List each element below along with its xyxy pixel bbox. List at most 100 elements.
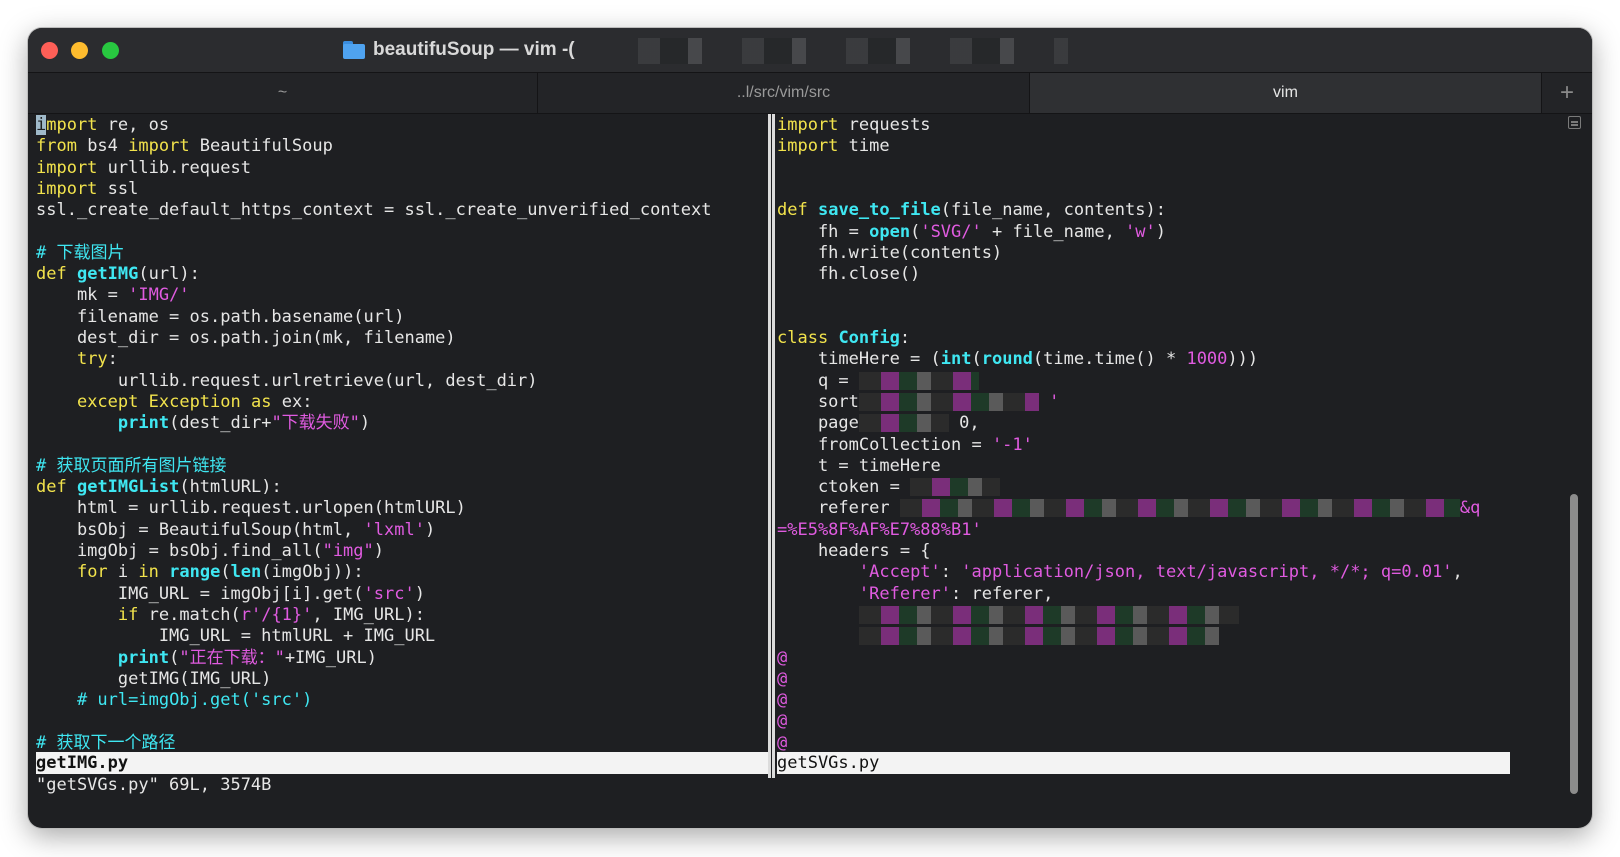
code-line: fh.write(contents): [777, 242, 1002, 264]
code-builtin: print: [117, 647, 170, 668]
code-line: 'Accept': 'application/json, text/javasc…: [777, 561, 1463, 583]
code-token: (imgObj)):: [261, 562, 364, 583]
code-line: urllib.request.urlretrieve(url, dest_dir…: [36, 370, 538, 392]
code-line: ssl._create_default_https_context = ssl.…: [36, 199, 712, 221]
code-line: # 下载图片: [36, 242, 124, 264]
tab-home[interactable]: ~: [28, 73, 538, 113]
code-line: # 获取下一个路径: [36, 732, 175, 754]
code-line: filename = os.path.basename(url): [36, 306, 405, 328]
code-string: "img": [322, 541, 374, 561]
code-function-name: save_to_file: [817, 200, 941, 221]
code-line: fromCollection = '-1': [777, 434, 1033, 456]
tab-vim[interactable]: vim: [1030, 73, 1542, 113]
code-line: q =: [777, 370, 979, 392]
code-token: ): [373, 541, 385, 561]
code-line: import time: [777, 135, 890, 157]
code-builtin: round: [981, 349, 1033, 370]
code-string: 'Referer': [858, 583, 952, 604]
code-line: @: [777, 668, 787, 690]
code-line: def getIMGList(htmlURL):: [36, 476, 282, 498]
code-line: import requests: [777, 114, 931, 136]
code-token: 1000: [1186, 349, 1228, 370]
code-token: :: [940, 562, 962, 583]
code-line: headers = {: [777, 540, 931, 562]
code-keyword: def: [36, 477, 67, 498]
code-line: import re, os: [36, 114, 169, 136]
code-token: +IMG_URL): [284, 647, 377, 668]
close-window-button[interactable]: [41, 42, 58, 59]
code-token: (: [169, 647, 180, 668]
code-string: r'/{1}': [240, 604, 313, 625]
code-comment: # 获取下一个路径: [36, 732, 176, 753]
scrollbar-menu-icon[interactable]: [1568, 116, 1581, 129]
code-token: urllib.request: [97, 157, 251, 178]
scrollbar-thumb[interactable]: [1570, 494, 1578, 794]
code-token: + file_name,: [981, 221, 1126, 242]
code-keyword: def: [36, 264, 67, 285]
empty-line-marker: @: [777, 668, 788, 689]
zoom-window-button[interactable]: [102, 42, 119, 59]
redacted-block: [899, 499, 1460, 518]
status-line-right: getSVGs.py: [777, 752, 1510, 774]
code-token: BeautifulSoup: [189, 136, 333, 157]
code-string: 'SVG/': [920, 221, 982, 242]
code-line: =%E5%8F%AF%E7%88%B1': [777, 519, 982, 541]
code-keyword: import: [777, 136, 839, 157]
code-string: =%E5%8F%AF%E7%88%B1': [777, 519, 982, 540]
code-token: (: [910, 221, 921, 242]
code-line: import urllib.request: [36, 157, 251, 179]
code-token: IMG_URL = htmlURL + IMG_URL: [36, 626, 436, 647]
code-token: (htmlURL):: [179, 477, 282, 498]
minimize-window-button[interactable]: [71, 42, 88, 59]
code-token: timeHere = (: [777, 349, 941, 370]
split-divider[interactable]: [768, 114, 775, 778]
code-token: ): [414, 583, 425, 604]
code-token: ): [1155, 221, 1167, 242]
code-token: ssl._create_default_https_context = ssl.…: [36, 200, 712, 221]
code-keyword: except: [76, 391, 139, 412]
code-token: page: [777, 413, 859, 434]
redacted-block: [858, 371, 979, 390]
code-line: fh = open('SVG/' + file_name, 'w'): [777, 221, 1166, 243]
code-token: (time.time() *: [1032, 349, 1187, 370]
code-function-name: Config: [838, 328, 900, 348]
code-line: from bs4 import BeautifulSoup: [36, 135, 333, 157]
editor-pane-right[interactable]: import requests import time def save_to_fi…: [777, 114, 1563, 778]
code-keyword: import: [777, 115, 839, 135]
code-string: &q: [1459, 498, 1481, 519]
code-line: timeHere = (int(round(time.time() * 1000…: [777, 348, 1258, 370]
code-token: re.match(: [138, 604, 241, 625]
code-keyword: import: [128, 136, 190, 157]
code-token: ex:: [271, 391, 313, 412]
new-tab-button[interactable]: +: [1542, 73, 1592, 113]
code-token: headers = {: [777, 541, 931, 561]
code-keyword: def: [777, 200, 808, 221]
window-title-group: beautifuSoup — vim -(: [343, 37, 575, 63]
code-line: IMG_URL = imgObj[i].get('src'): [36, 583, 425, 605]
tab-label: ~: [277, 84, 288, 101]
code-line: if re.match(r'/{1}', IMG_URL):: [36, 604, 425, 626]
code-token: ): [424, 519, 436, 540]
code-token: mk =: [36, 285, 129, 306]
code-token: :: [899, 328, 911, 348]
terminal-window: beautifuSoup — vim -( ~ ..l/src/vim/src …: [28, 28, 1592, 828]
code-token: fh.write(contents): [777, 242, 1003, 263]
scrollbar[interactable]: [1568, 114, 1582, 794]
code-keyword: try: [76, 349, 108, 370]
code-token: 0,: [948, 413, 980, 434]
code-string: '-1': [991, 434, 1033, 455]
editor-pane-left[interactable]: import re, os from bs4 import BeautifulSo…: [36, 114, 768, 778]
tab-vim-src[interactable]: ..l/src/vim/src: [538, 73, 1030, 113]
code-token: urllib.request.urlretrieve(url, dest_dir…: [36, 370, 538, 391]
code-token: (: [220, 562, 231, 583]
command-line[interactable]: "getSVGs.py" 69L, 3574B: [36, 774, 271, 796]
code-token: (: [971, 349, 982, 370]
code-line: @: [777, 732, 787, 754]
code-keyword: class: [777, 328, 829, 348]
